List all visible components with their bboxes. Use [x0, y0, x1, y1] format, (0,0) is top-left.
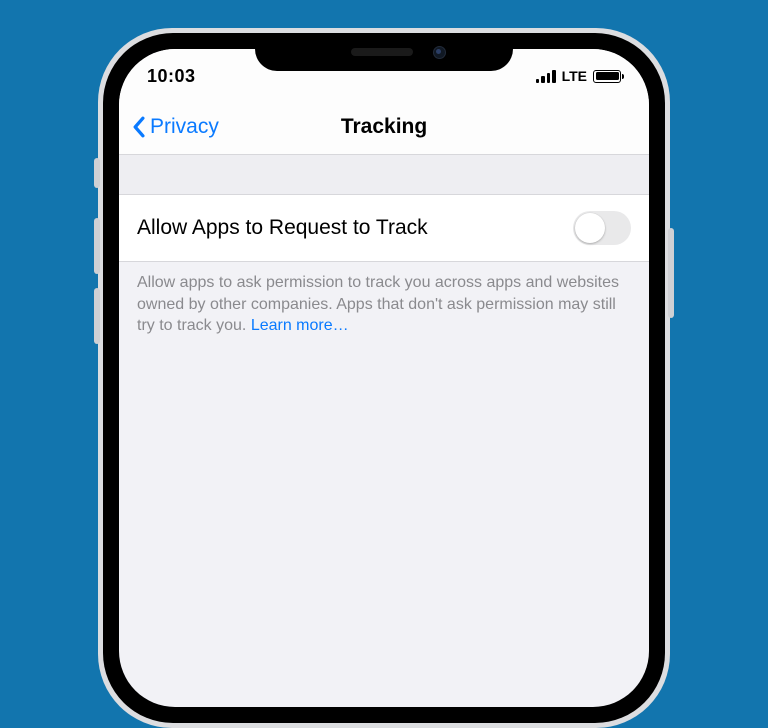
screen: 10:03 LTE Privacy Tracking	[119, 49, 649, 707]
footer-description: Allow apps to ask permission to track yo…	[137, 274, 619, 334]
switch-knob	[575, 213, 605, 243]
volume-down-button	[94, 288, 100, 344]
network-label: LTE	[562, 68, 587, 84]
notch	[255, 33, 513, 71]
chevron-left-icon	[131, 116, 146, 138]
section-spacer	[119, 155, 649, 195]
allow-tracking-label: Allow Apps to Request to Track	[137, 216, 428, 240]
power-button	[668, 228, 674, 318]
back-label: Privacy	[150, 115, 219, 139]
silence-switch	[94, 158, 100, 188]
cellular-signal-icon	[536, 70, 556, 83]
setting-footer-text: Allow apps to ask permission to track yo…	[119, 262, 649, 337]
allow-tracking-switch[interactable]	[573, 211, 631, 245]
volume-up-button	[94, 218, 100, 274]
phone-frame: 10:03 LTE Privacy Tracking	[98, 28, 670, 728]
status-time: 10:03	[147, 62, 196, 87]
speaker-grille	[351, 48, 413, 56]
battery-icon	[593, 70, 621, 83]
navigation-bar: Privacy Tracking	[119, 99, 649, 155]
learn-more-link[interactable]: Learn more…	[251, 317, 349, 334]
allow-tracking-cell[interactable]: Allow Apps to Request to Track	[119, 195, 649, 262]
back-button[interactable]: Privacy	[131, 115, 219, 139]
front-camera	[433, 46, 446, 59]
